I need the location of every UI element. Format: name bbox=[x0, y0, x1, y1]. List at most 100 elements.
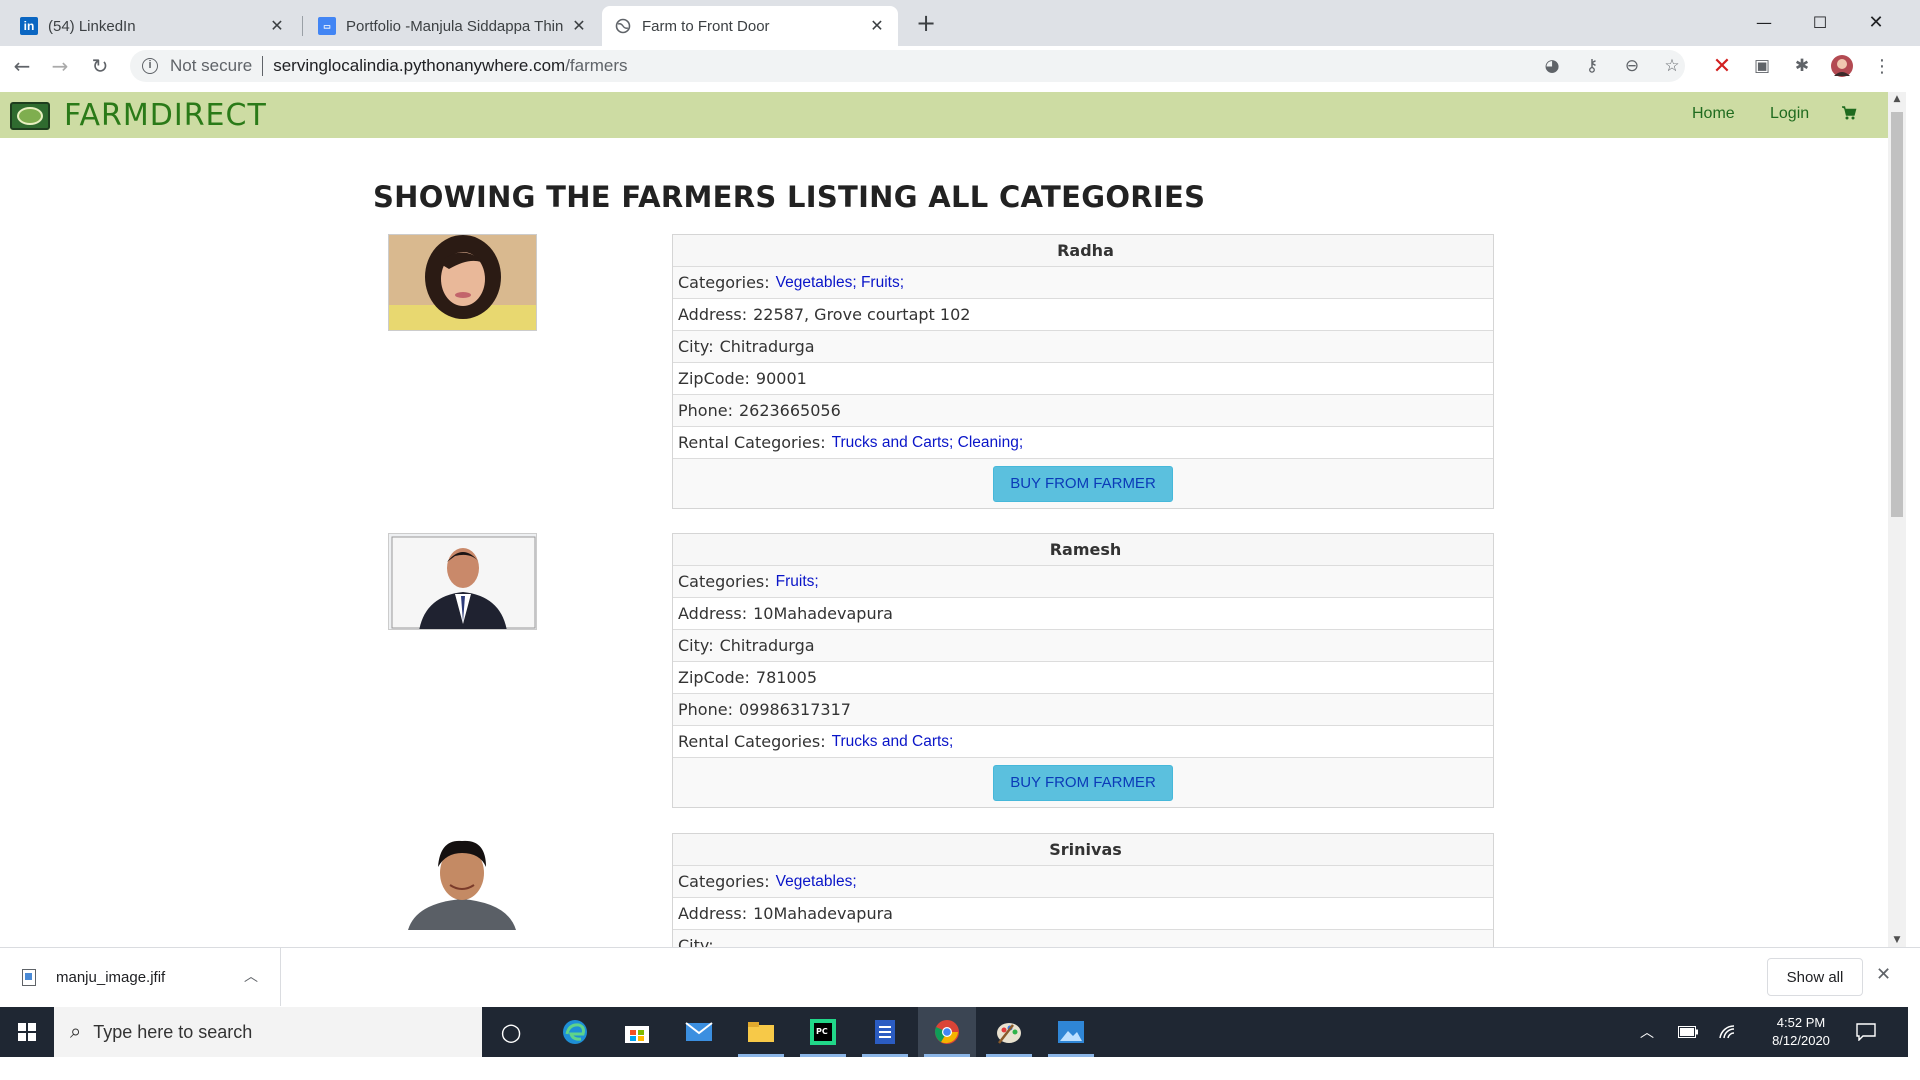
maximize-icon[interactable]: ☐ bbox=[1792, 0, 1848, 44]
brand-logo-icon[interactable] bbox=[10, 102, 50, 130]
nav-login-link[interactable]: Login bbox=[1770, 105, 1809, 123]
address-row: Address: 10Mahadevapura bbox=[673, 598, 1493, 630]
zoom-icon[interactable]: ⊖ bbox=[1620, 54, 1644, 78]
chrome-icon[interactable] bbox=[918, 1007, 976, 1057]
extension-x-icon[interactable]: ✕ bbox=[1710, 54, 1734, 79]
store-icon[interactable] bbox=[608, 1007, 666, 1057]
file-explorer-icon[interactable] bbox=[732, 1007, 790, 1057]
nav-home-link[interactable]: Home bbox=[1692, 105, 1735, 123]
menu-icon[interactable]: ⋮ bbox=[1870, 54, 1894, 78]
farmer-card: Ramesh Categories: Fruits; Address: 10Ma… bbox=[672, 533, 1494, 808]
address-value: 10Mahadevapura bbox=[753, 904, 893, 923]
windows-start-icon[interactable] bbox=[0, 1007, 54, 1057]
minimize-icon[interactable]: — bbox=[1736, 0, 1792, 44]
categories-row: Categories: Vegetables; Fruits; bbox=[673, 267, 1493, 299]
info-icon[interactable]: i bbox=[142, 58, 158, 74]
paint-icon[interactable] bbox=[980, 1007, 1038, 1057]
close-icon[interactable]: ✕ bbox=[1876, 964, 1891, 985]
chevron-up-icon[interactable]: ︿ bbox=[1640, 1007, 1654, 1057]
page-title: SHOWING THE FARMERS LISTING ALL CATEGORI… bbox=[373, 180, 1206, 214]
mail-icon[interactable] bbox=[670, 1007, 728, 1057]
download-shelf: manju_image.jfif ︿ Show all ✕ bbox=[0, 947, 1920, 1007]
show-all-button[interactable]: Show all bbox=[1767, 958, 1863, 996]
address-value: 22587, Grove courtapt 102 bbox=[753, 305, 971, 324]
battery-icon[interactable] bbox=[1678, 1007, 1698, 1057]
puzzle-icon[interactable]: ✱ bbox=[1790, 54, 1814, 78]
download-item[interactable]: manju_image.jfif bbox=[0, 948, 281, 1006]
button-row: BUY FROM FARMER bbox=[673, 758, 1493, 807]
clock-time: 4:52 PM bbox=[1776, 1015, 1826, 1030]
rental-label: Rental Categories: bbox=[678, 433, 826, 452]
city-label: City: bbox=[678, 636, 714, 655]
forward-icon[interactable]: → bbox=[46, 52, 74, 80]
page-scrollbar[interactable]: ▲ ▼ bbox=[1888, 92, 1906, 947]
taskbar-search-input[interactable]: ⌕ Type here to search bbox=[54, 1007, 482, 1057]
categories-label: Categories: bbox=[678, 572, 770, 591]
zipcode-row: ZipCode: 90001 bbox=[673, 363, 1493, 395]
search-icon: ⌕ bbox=[70, 1020, 82, 1043]
city-value: Chitradurga bbox=[719, 337, 815, 356]
close-icon[interactable]: ✕ bbox=[868, 16, 886, 36]
buy-from-farmer-button[interactable]: BUY FROM FARMER bbox=[993, 465, 1173, 502]
page-viewport: FARMDIRECT Home Login SHOWING THE FARMER… bbox=[0, 92, 1888, 947]
cookie-icon[interactable]: ◕ bbox=[1540, 54, 1564, 78]
brand-name[interactable]: FARMDIRECT bbox=[64, 98, 267, 133]
categories-link[interactable]: Vegetables; Fruits; bbox=[776, 274, 904, 292]
scroll-down-icon[interactable]: ▼ bbox=[1892, 935, 1902, 945]
key-icon[interactable]: ⚷ bbox=[1580, 54, 1604, 78]
cortana-icon[interactable]: ○ bbox=[482, 1007, 540, 1057]
city-label: City: bbox=[678, 337, 714, 356]
farmer-photo-srinivas bbox=[388, 833, 537, 930]
phone-row: Phone: 09986317317 bbox=[673, 694, 1493, 726]
tab-portfolio[interactable]: ▭ Portfolio -Manjula Siddappa Thin ✕ bbox=[306, 6, 600, 46]
scroll-up-icon[interactable]: ▲ bbox=[1892, 94, 1902, 104]
close-icon[interactable]: ✕ bbox=[570, 16, 588, 36]
globe-icon bbox=[614, 17, 632, 35]
address-label: Address: bbox=[678, 604, 748, 623]
rental-link[interactable]: Trucks and Carts; bbox=[832, 733, 954, 751]
city-row: City: Chitradurga bbox=[673, 331, 1493, 363]
chevron-up-icon[interactable]: ︿ bbox=[244, 966, 258, 986]
categories-link[interactable]: Vegetables; bbox=[776, 873, 857, 891]
rental-row: Rental Categories: Trucks and Carts; Cle… bbox=[673, 427, 1493, 459]
edge-icon[interactable] bbox=[546, 1007, 604, 1057]
search-placeholder: Type here to search bbox=[93, 1021, 253, 1042]
tab-title: (54) LinkedIn bbox=[48, 17, 136, 35]
address-bar[interactable]: i Not secure servinglocalindia.pythonany… bbox=[130, 50, 1685, 82]
categories-link[interactable]: Fruits; bbox=[776, 573, 819, 591]
taskbar-clock[interactable]: 4:52 PM 8/12/2020 bbox=[1760, 1014, 1842, 1050]
clock-date: 8/12/2020 bbox=[1772, 1033, 1830, 1048]
close-icon[interactable]: ✕ bbox=[268, 16, 286, 36]
scrollbar-thumb[interactable] bbox=[1891, 112, 1903, 517]
zipcode-row: ZipCode: 781005 bbox=[673, 662, 1493, 694]
pycharm-icon[interactable]: PC bbox=[794, 1007, 852, 1057]
avatar[interactable] bbox=[1830, 54, 1854, 78]
notification-icon[interactable] bbox=[1856, 1007, 1876, 1057]
document-icon[interactable] bbox=[856, 1007, 914, 1057]
svg-text:PC: PC bbox=[816, 1027, 828, 1036]
city-row: City: bbox=[673, 930, 1493, 947]
reload-icon[interactable]: ↻ bbox=[86, 52, 114, 80]
close-window-icon[interactable]: ✕ bbox=[1848, 0, 1904, 44]
tab-linkedin[interactable]: in (54) LinkedIn ✕ bbox=[8, 6, 298, 46]
tab-farm-to-front-door[interactable]: Farm to Front Door ✕ bbox=[602, 6, 898, 46]
address-row: Address: 22587, Grove courtapt 102 bbox=[673, 299, 1493, 331]
site-navbar: FARMDIRECT Home Login bbox=[0, 92, 1888, 138]
buy-from-farmer-button[interactable]: BUY FROM FARMER bbox=[993, 764, 1173, 801]
rental-link[interactable]: Trucks and Carts; Cleaning; bbox=[832, 434, 1024, 452]
back-icon[interactable]: ← bbox=[8, 52, 36, 80]
photos-icon[interactable] bbox=[1042, 1007, 1100, 1057]
phone-label: Phone: bbox=[678, 700, 733, 719]
phone-label: Phone: bbox=[678, 401, 733, 420]
new-tab-button[interactable]: + bbox=[912, 10, 940, 38]
address-row: Address: 10Mahadevapura bbox=[673, 898, 1493, 930]
google-sites-icon: ▭ bbox=[318, 17, 336, 35]
zipcode-label: ZipCode: bbox=[678, 668, 750, 687]
security-label: Not secure bbox=[170, 56, 253, 75]
star-icon[interactable]: ☆ bbox=[1660, 54, 1684, 78]
image-extension-icon[interactable]: ▣ bbox=[1750, 54, 1774, 78]
zipcode-value: 781005 bbox=[755, 668, 817, 687]
cart-icon[interactable] bbox=[1841, 105, 1857, 125]
wifi-icon[interactable] bbox=[1718, 1007, 1738, 1057]
windows-taskbar: ⌕ Type here to search ○ PC ︿ 4:52 PM 8/1… bbox=[0, 1007, 1908, 1057]
